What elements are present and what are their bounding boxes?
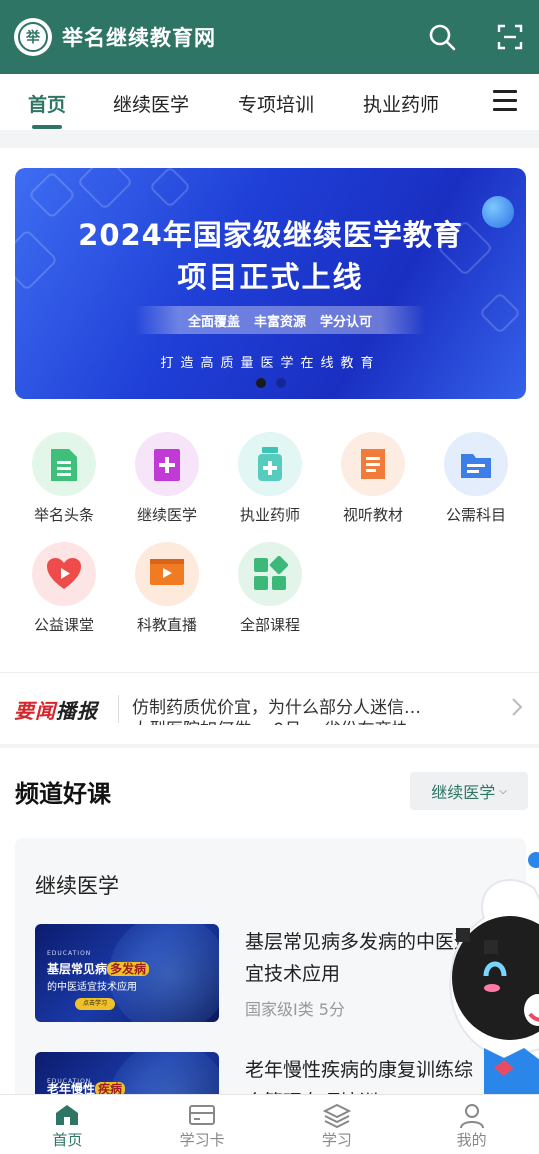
bottom-tab-home[interactable]: 首页 — [0, 1095, 135, 1154]
grid-item-live-stream[interactable]: 科教直播 — [115, 542, 219, 635]
site-logo[interactable]: 举 — [14, 18, 52, 56]
folder-icon — [444, 432, 508, 496]
plus-book-icon — [135, 432, 199, 496]
card-icon — [135, 1103, 270, 1127]
channel-select[interactable]: 继续医学 ⌵ — [410, 772, 528, 810]
course-title[interactable]: 基层常见病多发病的中医适宜技术应用 — [245, 926, 475, 990]
decor-shape — [148, 168, 192, 209]
category-tab-bar: 首页 继续医学 专项培训 执业药师 — [0, 74, 539, 130]
banner-title-line2: 项目正式上线 — [177, 260, 364, 294]
banner-title-line1: 2024年国家级继续医学教育 — [78, 218, 463, 252]
banner-tag: 学分认可 — [320, 314, 373, 330]
news-brand: 要闻播报 — [14, 699, 98, 723]
tab-home[interactable]: 首页 — [28, 90, 66, 117]
bottom-tab-label: 学习卡 — [179, 1131, 225, 1149]
bottom-tab-label: 学习 — [321, 1131, 352, 1149]
medicine-bottle-icon — [238, 432, 302, 496]
divider — [118, 695, 119, 723]
grid-item-continuing-medicine[interactable]: 继续医学 — [115, 432, 219, 525]
banner-tag: 全面覆盖 — [187, 314, 240, 330]
scan-icon[interactable] — [495, 22, 525, 52]
grid-item-public-subjects[interactable]: 公需科目 — [424, 432, 528, 525]
live-screen-icon — [135, 542, 199, 606]
logo-emblem: 举 — [18, 22, 48, 52]
user-icon — [404, 1103, 539, 1129]
grid-apps-icon — [238, 542, 302, 606]
promo-banner[interactable]: 2024年国家级继续医学教育 项目正式上线 全面覆盖 丰富资源 学分认可 打造高… — [15, 168, 526, 399]
bottom-tab-bar: 首页 学习卡 学习 我的 — [0, 1094, 539, 1154]
bottom-tab-study[interactable]: 学习 — [270, 1095, 405, 1154]
course-meta: 国家级I类 5分 — [245, 1000, 345, 1019]
grid-item-label: 执业药师 — [239, 506, 300, 524]
grid-item-news[interactable]: 举名头条 — [12, 432, 116, 525]
grid-item-label: 继续医学 — [136, 506, 197, 524]
course-item[interactable]: EDUCATION 基层常见病 多发病 的中医适宜技术应用 点击学习 基层常见病多… — [35, 924, 515, 1024]
channel-select-value: 继续医学 — [431, 783, 496, 802]
tab-continuing-medicine[interactable]: 继续医学 — [113, 90, 189, 117]
textbook-icon — [341, 432, 405, 496]
carousel-dot[interactable] — [275, 378, 286, 388]
carousel-indicator — [15, 378, 526, 388]
decor-shape — [76, 168, 134, 211]
layers-icon — [270, 1103, 405, 1129]
grid-item-all-courses[interactable]: 全部课程 — [218, 542, 322, 635]
course-thumbnail[interactable]: EDUCATION 基层常见病 多发病 的中医适宜技术应用 点击学习 — [35, 924, 219, 1022]
decor-shape — [478, 291, 522, 335]
banner-tag: 丰富资源 — [253, 314, 306, 330]
chevron-right-icon[interactable] — [511, 697, 523, 721]
grid-item-label: 科教直播 — [136, 616, 197, 634]
grid-item-av-materials[interactable]: 视听教材 — [321, 432, 425, 525]
grid-item-label: 全部课程 — [239, 616, 300, 634]
grid-item-label: 公益课堂 — [33, 616, 94, 634]
grid-item-pharmacist[interactable]: 执业药师 — [218, 432, 322, 525]
bottom-tab-profile[interactable]: 我的 — [404, 1095, 539, 1154]
news-next-headline: 大型医院如何做… 9月… 省份在商协 — [132, 715, 477, 725]
tab-special-training[interactable]: 专项培训 — [238, 90, 314, 117]
search-icon[interactable] — [427, 22, 457, 52]
menu-icon[interactable] — [493, 90, 517, 112]
heart-play-icon — [32, 542, 96, 606]
grid-item-charity-class[interactable]: 公益课堂 — [12, 542, 116, 635]
app-header: 举 举名继续教育网 — [0, 0, 539, 74]
grid-item-label: 视听教材 — [342, 506, 403, 524]
card-title: 继续医学 — [35, 874, 119, 898]
home-icon — [0, 1103, 135, 1127]
news-ticker[interactable]: 要闻播报 仿制药质优价宜，为什么部分人迷信… 大型医院如何做… 9月… 省份在商… — [0, 672, 539, 744]
tab-licensed-pharmacist[interactable]: 执业药师 — [363, 90, 439, 117]
site-title: 举名继续教育网 — [62, 25, 216, 50]
grid-item-label: 公需科目 — [445, 506, 506, 524]
document-icon — [32, 432, 96, 496]
bottom-tab-label: 我的 — [456, 1131, 487, 1149]
banner-slogan: 打造高质量医学在线教育 — [160, 356, 381, 371]
bottom-tab-study-card[interactable]: 学习卡 — [135, 1095, 270, 1154]
carousel-dot-active[interactable] — [255, 378, 266, 388]
section-title: 频道好课 — [15, 780, 111, 808]
mascot-assistant[interactable] — [444, 848, 539, 1108]
grid-item-label: 举名头条 — [33, 506, 94, 524]
banner-tags: 全面覆盖 丰富资源 学分认可 — [135, 306, 425, 334]
chevron-down-icon: ⌵ — [499, 785, 507, 797]
bottom-tab-label: 首页 — [52, 1131, 83, 1149]
